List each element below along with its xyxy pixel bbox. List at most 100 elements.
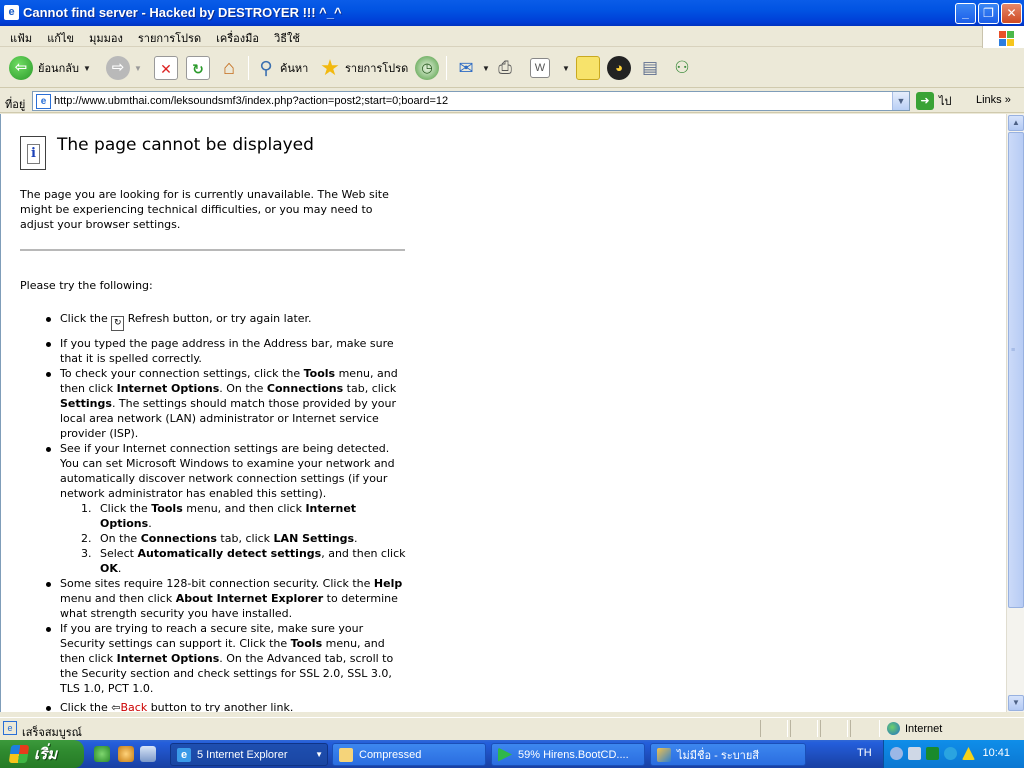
clock[interactable]: 10:41	[982, 747, 1010, 759]
list-item: To check your connection settings, click…	[41, 366, 411, 441]
list-item: 1. Click the Tools menu, and then click I…	[81, 502, 357, 530]
quicklaunch-icon[interactable]	[94, 746, 110, 762]
try-label: Please try the following:	[20, 279, 153, 292]
search-button[interactable]: ⚲ ค้นหา	[254, 54, 308, 82]
address-bar: ที่อยู่ e http://www.ubmthai.com/leksoun…	[0, 89, 1024, 113]
standard-toolbar: ⇦ ย้อนกลับ ▼ ⇨ ▼ ✕ ↻ ⌂ ⚲ ค้นหา ★ รายการโ…	[0, 48, 1024, 88]
go-arrow-icon: ➜	[916, 92, 934, 110]
menu-bar: แฟ้ม แก้ไข มุมมอง รายการโปรด เครื่องมือ …	[0, 26, 1024, 47]
menu-view[interactable]: มุมมอง	[83, 26, 129, 46]
title-bar[interactable]: e Cannot find server - Hacked by DESTROY…	[0, 0, 1024, 26]
forward-button[interactable]: ⇨ ▼	[106, 54, 142, 82]
info-icon: i	[20, 136, 46, 170]
list-item: If you typed the page address in the Add…	[41, 336, 411, 366]
forward-arrow-icon: ⇨	[106, 56, 130, 80]
forward-dropdown-icon[interactable]: ▼	[134, 64, 142, 73]
quicklaunch-icon[interactable]	[118, 746, 134, 762]
language-indicator[interactable]: TH	[857, 747, 872, 759]
ie-page-icon: e	[4, 5, 19, 20]
maximize-button[interactable]: ❐	[978, 3, 999, 24]
minimize-button[interactable]: _	[955, 3, 976, 24]
scroll-thumb[interactable]	[1008, 132, 1024, 608]
tray-app-icon[interactable]	[926, 747, 939, 760]
system-tray: 10:41	[883, 740, 1024, 768]
messenger-people-icon: ⚇	[674, 58, 690, 77]
penguin-icon: ◕	[607, 56, 631, 80]
messenger-button[interactable]: ⚇	[670, 54, 694, 82]
scroll-down-icon[interactable]: ▼	[1008, 695, 1024, 711]
status-panel	[850, 720, 880, 737]
menu-edit[interactable]: แก้ไข	[41, 26, 80, 46]
warning-icon[interactable]	[962, 747, 975, 760]
folder-icon	[339, 747, 353, 762]
list-item: 2. On the Connections tab, click LAN Sett…	[81, 532, 358, 545]
stop-button[interactable]: ✕	[154, 54, 178, 82]
vertical-scrollbar[interactable]: ▲ ≡ ▼	[1006, 114, 1024, 712]
list-item: 3. Select Automatically detect settings, …	[81, 547, 406, 575]
task-paint[interactable]: ไม่มีชื่อ - ระบายสี	[650, 743, 806, 766]
address-dropdown-icon[interactable]: ▼	[892, 92, 909, 110]
print-button[interactable]: ⎙	[493, 54, 517, 82]
task-internet-explorer[interactable]: e 5 Internet Explorer ▼	[170, 743, 328, 766]
list-item: If you are trying to reach a secure site…	[41, 621, 411, 696]
page-done-icon: e	[3, 721, 17, 735]
status-bar: e เสร็จสมบูรณ์ Internet	[0, 717, 1024, 739]
home-icon: ⌂	[222, 57, 236, 79]
address-input[interactable]: e http://www.ubmthai.com/leksoundsmf3/in…	[32, 91, 910, 111]
group-dropdown-icon: ▼	[315, 750, 323, 759]
back-link[interactable]: Back	[120, 701, 147, 712]
scroll-up-icon[interactable]: ▲	[1008, 115, 1024, 131]
history-button[interactable]: ◷	[415, 54, 439, 82]
note-icon	[576, 56, 600, 80]
links-label: Links	[976, 94, 1002, 106]
divider	[20, 249, 405, 251]
research-icon: ▤	[641, 58, 659, 77]
back-dropdown-icon[interactable]: ▼	[83, 64, 91, 73]
mail-button[interactable]: ✉ ▼	[454, 54, 490, 82]
favorites-button[interactable]: ★ รายการโปรด	[318, 54, 408, 82]
suggestion-list: Click the ↻ Refresh button, or try again…	[41, 311, 411, 712]
window-title: Cannot find server - Hacked by DESTROYER…	[23, 5, 342, 20]
paint-icon	[657, 747, 671, 762]
tray-app-icon[interactable]	[944, 747, 957, 760]
back-button[interactable]: ⇦ ย้อนกลับ ▼	[9, 54, 91, 82]
menu-favorites[interactable]: รายการโปรด	[132, 26, 207, 46]
close-button[interactable]: ✕	[1001, 3, 1022, 24]
tray-collapse-icon[interactable]	[890, 747, 903, 760]
taskbar: เริ่ม e 5 Internet Explorer ▼ Compressed…	[0, 740, 1024, 768]
toolbar-separator	[248, 56, 249, 80]
mail-icon: ✉	[458, 58, 474, 78]
edit-dropdown-icon[interactable]: ▼	[562, 64, 570, 73]
page-icon: e	[36, 94, 51, 109]
address-label: ที่อยู่	[5, 99, 26, 111]
show-desktop-icon[interactable]	[140, 746, 156, 762]
links-toolbar[interactable]: Links »	[976, 94, 1011, 106]
mail-dropdown-icon[interactable]: ▼	[482, 64, 490, 73]
go-label: ไป	[939, 96, 952, 108]
start-button[interactable]: เริ่ม	[0, 740, 84, 768]
search-label: ค้นหา	[280, 63, 309, 75]
research-button[interactable]: ▤	[638, 54, 662, 82]
menu-file[interactable]: แฟ้ม	[4, 26, 38, 46]
discuss-button[interactable]	[576, 54, 600, 82]
history-icon: ◷	[415, 56, 439, 80]
task-download[interactable]: 59% Hirens.BootCD....	[491, 743, 645, 766]
list-item: Some sites require 128-bit connection se…	[41, 576, 411, 621]
refresh-button[interactable]: ↻	[186, 54, 210, 82]
intro-text: The page you are looking for is currentl…	[20, 188, 389, 231]
favorites-star-icon: ★	[320, 55, 340, 80]
home-button[interactable]: ⌂	[217, 54, 241, 82]
favorites-label: รายการโปรด	[345, 63, 409, 75]
status-text: เสร็จสมบูรณ์	[22, 727, 82, 739]
print-icon: ⎙	[498, 58, 512, 77]
edit-button[interactable]: W ▼	[530, 54, 570, 82]
address-url[interactable]: http://www.ubmthai.com/leksoundsmf3/inde…	[54, 95, 448, 107]
go-button[interactable]: ➜ ไป	[916, 92, 952, 110]
stop-icon: ✕	[154, 56, 178, 80]
sub-steps: 1. Click the Tools menu, and then click I…	[81, 501, 411, 576]
network-icon[interactable]	[908, 747, 921, 760]
menu-tools[interactable]: เครื่องมือ	[210, 26, 265, 46]
messenger-qq-button[interactable]: ◕	[607, 54, 631, 82]
menu-help[interactable]: วิธีใช้	[268, 26, 306, 46]
task-compressed[interactable]: Compressed	[332, 743, 486, 766]
